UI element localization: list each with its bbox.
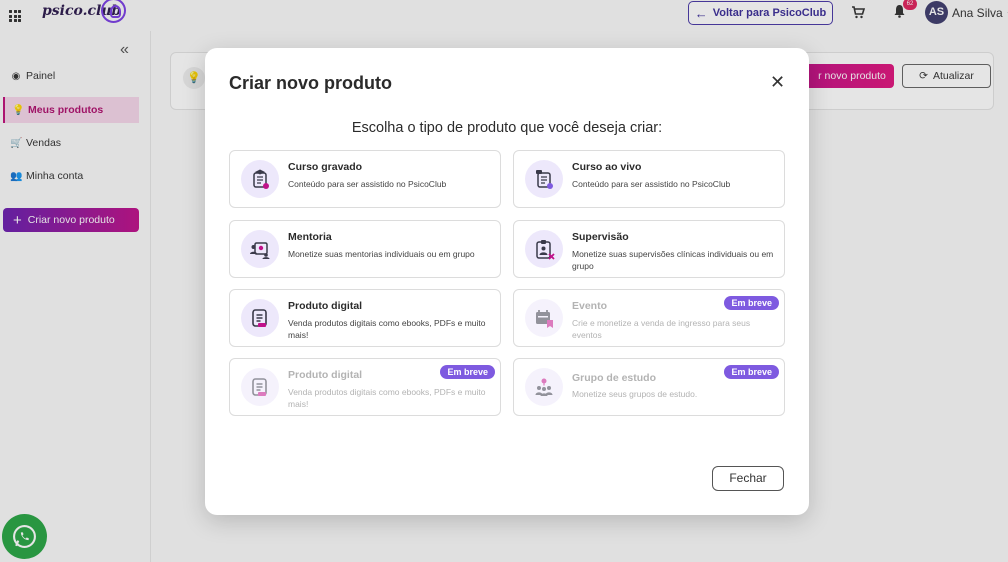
option-description: Venda produtos digitais como ebooks, PDF… <box>288 387 486 409</box>
modal-subtitle: Escolha o tipo de produto que você desej… <box>351 120 663 136</box>
option-description: Venda produtos digitais como ebooks, PDF… <box>288 318 486 340</box>
option-produto-digital-soon: Produto digital Venda produtos digitais … <box>229 358 501 416</box>
option-evento: Evento Crie e monetize a venda de ingres… <box>513 289 785 347</box>
option-description: Conteúdo para ser assistido no PsicoClub <box>572 179 731 189</box>
option-mentoria[interactable]: Mentoria Monetize suas mentorias individ… <box>229 220 501 278</box>
recorded-course-icon <box>241 160 279 198</box>
live-course-icon <box>525 160 563 198</box>
option-curso-ao-vivo[interactable]: Curso ao vivo Conteúdo para ser assistid… <box>513 150 785 208</box>
supervision-icon <box>525 230 563 268</box>
option-supervisao[interactable]: Supervisão Monetize suas supervisões clí… <box>513 220 785 278</box>
option-description: Monetize seus grupos de estudo. <box>572 389 698 399</box>
option-title: Grupo de estudo <box>572 372 656 384</box>
option-description: Conteúdo para ser assistido no PsicoClub <box>288 179 447 189</box>
create-product-modal: Criar novo produto ✕ Escolha o tipo de p… <box>205 48 809 515</box>
coming-soon-badge: Em breve <box>724 365 779 379</box>
option-description: Monetize suas supervisões clínicas indiv… <box>572 249 774 271</box>
close-icon[interactable]: ✕ <box>770 72 785 93</box>
mentoring-icon <box>241 230 279 268</box>
option-curso-gravado[interactable]: Curso gravado Conteúdo para ser assistid… <box>229 150 501 208</box>
option-grupo-de-estudo: Grupo de estudo Monetize seus grupos de … <box>513 358 785 416</box>
coming-soon-badge: Em breve <box>724 296 779 310</box>
study-group-icon <box>525 368 563 406</box>
digital-product-icon <box>241 299 279 337</box>
close-button[interactable]: Fechar <box>712 466 784 491</box>
event-icon <box>525 299 563 337</box>
option-produto-digital[interactable]: Produto digital Venda produtos digitais … <box>229 289 501 347</box>
digital-product-icon <box>241 368 279 406</box>
option-title: Curso ao vivo <box>572 161 642 173</box>
option-description: Crie e monetize a venda de ingresso para… <box>572 318 751 340</box>
option-title: Supervisão <box>572 231 629 243</box>
option-title: Curso gravado <box>288 161 363 173</box>
option-title: Mentoria <box>288 231 332 243</box>
option-title: Evento <box>572 300 608 312</box>
option-title: Produto digital <box>288 369 363 381</box>
modal-title: Criar novo produto <box>229 73 392 93</box>
coming-soon-badge: Em breve <box>440 365 495 379</box>
option-description: Monetize suas mentorias individuais ou e… <box>288 249 475 259</box>
option-title: Produto digital <box>288 300 363 312</box>
